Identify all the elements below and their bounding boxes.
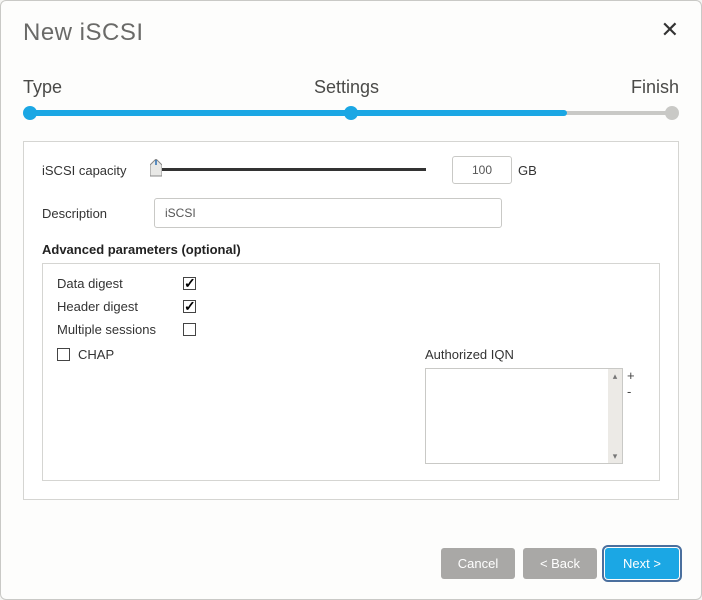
- capacity-input[interactable]: [452, 156, 512, 184]
- authorized-iqn-label: Authorized IQN: [425, 347, 645, 362]
- step-dot-type[interactable]: [23, 106, 37, 120]
- step-dot-settings[interactable]: [344, 106, 358, 120]
- back-button[interactable]: < Back: [523, 548, 597, 579]
- description-label: Description: [42, 206, 154, 221]
- wizard-stepper: Type Settings Finish: [23, 77, 679, 127]
- step-finish-label: Finish: [631, 77, 679, 98]
- header-digest-checkbox[interactable]: [183, 300, 196, 313]
- iqn-remove-button[interactable]: -: [627, 384, 635, 400]
- description-row: Description: [42, 198, 660, 228]
- step-dot-finish[interactable]: [665, 106, 679, 120]
- dialog-title: New iSCSI: [23, 19, 679, 47]
- header-digest-label: Header digest: [57, 299, 183, 314]
- slider-track: [154, 168, 426, 171]
- iqn-add-button[interactable]: +: [627, 368, 635, 384]
- close-icon[interactable]: ✕: [661, 19, 679, 41]
- advanced-params-box: Data digest Header digest Multiple sessi…: [42, 263, 660, 481]
- authorized-iqn-list[interactable]: ▴ ▾: [425, 368, 623, 464]
- dialog-footer: Cancel < Back Next >: [441, 548, 679, 579]
- description-input[interactable]: [154, 198, 502, 228]
- iqn-scrollbar[interactable]: ▴ ▾: [608, 369, 622, 463]
- step-type-label: Type: [23, 77, 62, 98]
- chap-and-iqn-row: CHAP Authorized IQN ▴ ▾ + -: [57, 347, 645, 464]
- cancel-button[interactable]: Cancel: [441, 548, 515, 579]
- multiple-sessions-row: Multiple sessions: [57, 322, 645, 337]
- capacity-row: iSCSI capacity GB: [42, 156, 660, 184]
- new-iscsi-dialog: New iSCSI ✕ Type Settings Finish iSCSI c…: [0, 0, 702, 600]
- next-button[interactable]: Next >: [605, 548, 679, 579]
- multiple-sessions-checkbox[interactable]: [183, 323, 196, 336]
- capacity-slider[interactable]: [154, 161, 426, 179]
- slider-handle-icon[interactable]: [150, 159, 162, 175]
- capacity-unit: GB: [518, 163, 537, 178]
- chap-checkbox[interactable]: [57, 348, 70, 361]
- multiple-sessions-label: Multiple sessions: [57, 322, 183, 337]
- scroll-up-icon[interactable]: ▴: [608, 369, 622, 383]
- chap-label: CHAP: [78, 347, 114, 362]
- header-digest-row: Header digest: [57, 299, 645, 314]
- capacity-label: iSCSI capacity: [42, 163, 154, 178]
- data-digest-checkbox[interactable]: [183, 277, 196, 290]
- step-track-fill: [29, 110, 567, 116]
- settings-panel: iSCSI capacity GB Description Advanced p…: [23, 141, 679, 500]
- data-digest-row: Data digest: [57, 276, 645, 291]
- data-digest-label: Data digest: [57, 276, 183, 291]
- advanced-params-title: Advanced parameters (optional): [42, 242, 660, 257]
- step-settings-label: Settings: [314, 77, 379, 98]
- scroll-down-icon[interactable]: ▾: [608, 449, 622, 463]
